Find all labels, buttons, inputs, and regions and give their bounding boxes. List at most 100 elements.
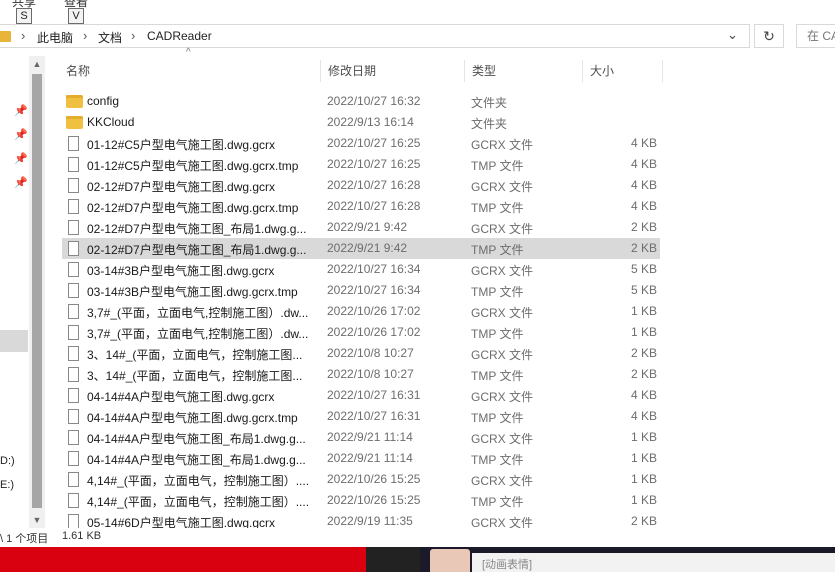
refresh-icon: ↻ <box>763 28 775 44</box>
file-row[interactable]: 4,14#_(平面，立面电气，控制施工图）.... 2022/10/26 15:2… <box>62 469 660 490</box>
folder-icon <box>0 31 11 42</box>
scroll-down-icon[interactable]: ▼ <box>29 512 45 528</box>
file-row[interactable]: 04-14#4A户型电气施工图_布局1.dwg.g... 2022/9/21 11… <box>62 427 660 448</box>
file-type: GCRX 文件 <box>471 474 534 488</box>
pin-icon[interactable]: 📌 <box>14 104 28 117</box>
file-row[interactable]: 3、14#_(平面，立面电气，控制施工图... 2022/10/8 10:27 GC… <box>62 343 660 364</box>
taskbar-app-region[interactable] <box>366 547 420 572</box>
chevron-right-icon[interactable]: › <box>21 28 25 43</box>
file-date: 2022/9/19 11:35 <box>327 514 413 528</box>
pin-icon[interactable]: 📌 <box>14 152 28 165</box>
folder-icon <box>66 95 83 108</box>
file-row[interactable]: 3、14#_(平面，立面电气，控制施工图... 2022/10/8 10:27 TM… <box>62 364 660 385</box>
file-size: 4 KB <box>630 409 657 423</box>
file-icon <box>68 346 79 361</box>
file-date: 2022/10/26 17:02 <box>327 304 421 318</box>
file-row[interactable]: 04-14#4A户型电气施工图.dwg.gcrx 2022/10/27 16:31… <box>62 385 660 406</box>
file-icon <box>68 409 79 424</box>
file-row[interactable]: 03-14#3B户型电气施工图.dwg.gcrx 2022/10/27 16:34… <box>62 259 660 280</box>
ribbon: 共享 S 查看 V <box>0 0 835 24</box>
file-date: 2022/10/26 15:25 <box>327 493 421 507</box>
chevron-right-icon[interactable]: › <box>83 28 87 43</box>
vertical-scrollbar[interactable]: ▲ ▼ <box>29 56 45 528</box>
file-size: 4 KB <box>630 157 657 171</box>
file-date: 2022/10/27 16:34 <box>327 283 421 297</box>
file-row[interactable]: 4,14#_(平面，立面电气，控制施工图）.... 2022/10/26 15:2… <box>62 490 660 511</box>
file-row[interactable]: 01-12#C5户型电气施工图.dwg.gcrx 2022/10/27 16:25… <box>62 133 660 154</box>
file-date: 2022/10/27 16:28 <box>327 199 421 213</box>
scroll-thumb[interactable] <box>32 74 42 508</box>
file-type: GCRX 文件 <box>471 348 534 362</box>
file-icon <box>68 283 79 298</box>
file-row[interactable]: 04-14#4A户型电气施工图_布局1.dwg.g... 2022/9/21 11… <box>62 448 660 469</box>
chevron-right-icon[interactable]: › <box>131 28 135 43</box>
column-header-type[interactable]: 类型 <box>464 56 582 86</box>
file-row[interactable]: 3,7#_(平面，立面电气,控制施工图）.dw... 2022/10/26 17:… <box>62 322 660 343</box>
file-name: 03-14#3B户型电气施工图.dwg.gcrx <box>87 264 275 278</box>
search-input[interactable]: 在 CA <box>796 24 835 48</box>
file-size: 1 KB <box>630 451 657 465</box>
file-row[interactable]: 3,7#_(平面，立面电气,控制施工图）.dw... 2022/10/26 17:… <box>62 301 660 322</box>
file-date: 2022/9/21 11:14 <box>327 451 413 465</box>
file-name: 03-14#3B户型电气施工图.dwg.gcrx.tmp <box>87 285 298 299</box>
chat-preview-text: [动画表情] <box>482 559 533 571</box>
breadcrumb-this-pc[interactable]: 此电脑 <box>37 29 73 46</box>
file-type: GCRX 文件 <box>471 138 534 152</box>
refresh-button[interactable]: ↻ <box>754 24 784 48</box>
pin-icon[interactable]: 📌 <box>14 128 28 141</box>
file-type: GCRX 文件 <box>471 264 534 278</box>
status-selected-size: 1.61 KB <box>62 530 102 542</box>
file-type: GCRX 文件 <box>471 390 534 404</box>
file-row[interactable]: 02-12#D7户型电气施工图_布局1.dwg.g... 2022/9/21 9:… <box>62 238 660 259</box>
file-name: 3,7#_(平面，立面电气,控制施工图）.dw... <box>87 327 309 341</box>
file-type: TMP 文件 <box>471 243 524 257</box>
column-header-date[interactable]: 修改日期 <box>320 56 464 86</box>
file-icon <box>68 514 79 528</box>
file-row[interactable]: 02-12#D7户型电气施工图.dwg.gcrx.tmp 2022/10/27 1… <box>62 196 660 217</box>
address-box[interactable]: › 此电脑 › 文档 › CADReader ⌄ <box>0 24 750 48</box>
file-size: 1 KB <box>630 304 657 318</box>
file-row[interactable]: 03-14#3B户型电气施工图.dwg.gcrx.tmp 2022/10/27 1… <box>62 280 660 301</box>
file-icon <box>68 493 79 508</box>
file-icon <box>68 220 79 235</box>
avatar[interactable] <box>430 549 470 572</box>
scroll-up-icon[interactable]: ▲ <box>29 56 45 72</box>
file-date: 2022/10/27 16:34 <box>327 262 421 276</box>
file-row[interactable]: 05-14#6D户型电气施工图.dwg.gcrx 2022/9/19 11:35 G… <box>62 511 660 528</box>
nav-item-selected[interactable] <box>0 330 28 352</box>
file-type: 文件夹 <box>471 96 508 110</box>
column-header-name[interactable]: 名称 <box>58 56 318 86</box>
file-date: 2022/10/26 15:25 <box>327 472 421 486</box>
nav-drive-d[interactable]: D:) <box>0 455 15 467</box>
file-icon <box>68 262 79 277</box>
file-row[interactable]: 02-12#D7户型电气施工图.dwg.gcrx 2022/10/27 16:28… <box>62 175 660 196</box>
file-icon <box>68 451 79 466</box>
status-bar: \ 1 个项目 1.61 KB <box>0 529 835 545</box>
file-size: 2 KB <box>630 346 657 360</box>
breadcrumb-cadreader[interactable]: CADReader <box>147 29 212 43</box>
file-type: GCRX 文件 <box>471 306 534 320</box>
file-type: GCRX 文件 <box>471 222 534 236</box>
column-divider[interactable] <box>662 60 663 82</box>
pin-icon[interactable]: 📌 <box>14 176 28 189</box>
file-row[interactable]: config 2022/10/27 16:32 文件夹 <box>62 91 660 112</box>
file-name: 4,14#_(平面，立面电气，控制施工图）.... <box>87 495 310 509</box>
file-row[interactable]: 04-14#4A户型电气施工图.dwg.gcrx.tmp 2022/10/27 1… <box>62 406 660 427</box>
chevron-down-icon[interactable]: ⌄ <box>727 27 738 43</box>
file-name: 04-14#4A户型电气施工图.dwg.gcrx <box>87 390 275 404</box>
file-date: 2022/10/27 16:25 <box>327 157 421 171</box>
file-row[interactable]: 01-12#C5户型电气施工图.dwg.gcrx.tmp 2022/10/27 1… <box>62 154 660 175</box>
file-name: 01-12#C5户型电气施工图.dwg.gcrx <box>87 138 276 152</box>
column-headers: ^ 名称 修改日期 类型 大小 <box>46 47 835 86</box>
column-header-size[interactable]: 大小 <box>582 56 662 86</box>
nav-drive-e[interactable]: E:) <box>0 479 14 491</box>
file-row[interactable]: KKCloud 2022/9/13 16:14 文件夹 <box>62 112 660 133</box>
file-name: 01-12#C5户型电气施工图.dwg.gcrx.tmp <box>87 159 299 173</box>
file-row[interactable]: 02-12#D7户型电气施工图_布局1.dwg.g... 2022/9/21 9:… <box>62 217 660 238</box>
breadcrumb-documents[interactable]: 文档 <box>98 29 122 46</box>
taskbar-app-region[interactable] <box>0 547 366 572</box>
file-name: 02-12#D7户型电气施工图_布局1.dwg.g... <box>87 243 307 257</box>
file-name: 3、14#_(平面，立面电气，控制施工图... <box>87 369 303 383</box>
file-date: 2022/9/21 9:42 <box>327 220 408 234</box>
file-type: TMP 文件 <box>471 327 524 341</box>
